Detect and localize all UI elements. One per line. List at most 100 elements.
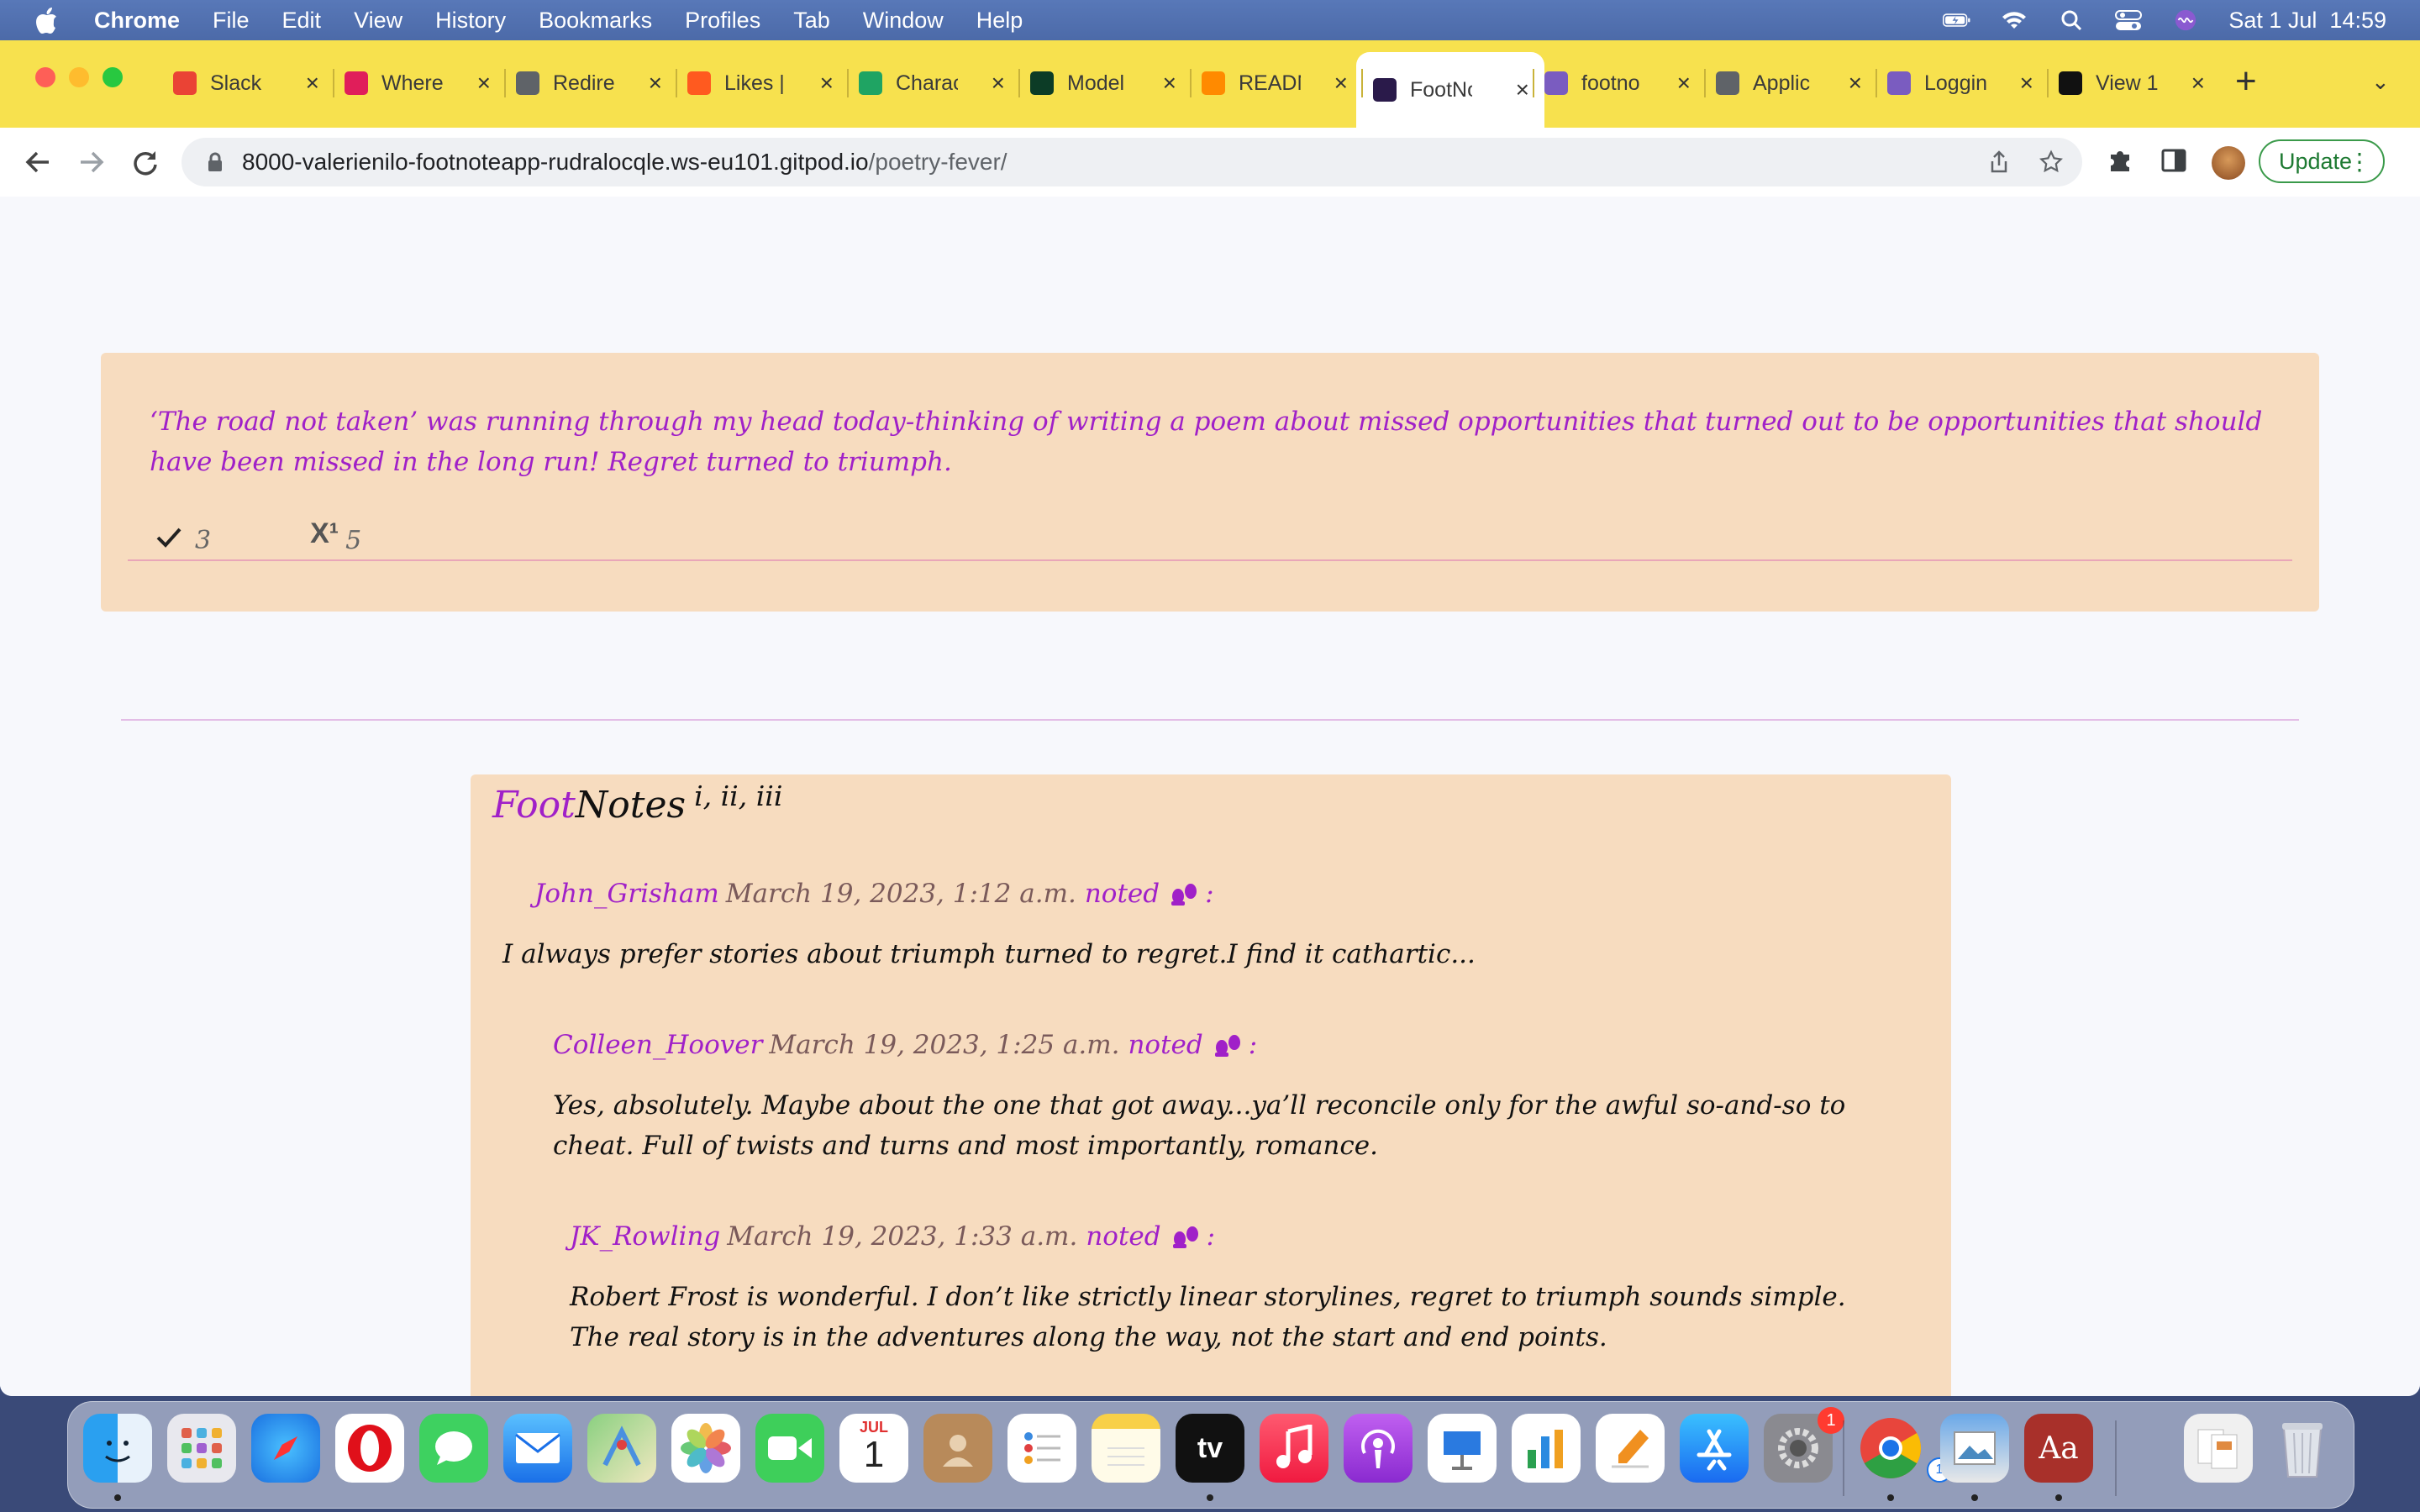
footnotes-panel: FootNotes i, ii, iii John_Grisham March 1… — [471, 774, 1951, 1396]
browser-tab[interactable]: Slack × — [173, 59, 319, 108]
footnote-icon — [1373, 78, 1397, 102]
close-tab-icon[interactable]: × — [1163, 70, 1176, 97]
menu-help[interactable]: Help — [976, 8, 1023, 34]
numbers-icon[interactable] — [1512, 1414, 1581, 1483]
pages-icon[interactable] — [1596, 1414, 1665, 1483]
browser-tab[interactable]: Applic × — [1716, 59, 1862, 108]
lock-icon[interactable] — [207, 152, 224, 172]
finder-running-indicator — [114, 1494, 121, 1501]
launchpad-icon[interactable] — [167, 1414, 236, 1483]
spotlight-search-icon[interactable] — [2057, 8, 2086, 32]
contacts-icon[interactable] — [923, 1414, 992, 1483]
checkmark-icon[interactable] — [155, 525, 183, 550]
apple-menu-icon[interactable] — [34, 6, 59, 34]
menu-bookmarks[interactable]: Bookmarks — [539, 8, 652, 34]
bookmark-star-icon[interactable] — [2039, 150, 2064, 175]
mail-icon[interactable] — [503, 1414, 572, 1483]
menu-edit[interactable]: Edit — [282, 8, 322, 34]
menu-history[interactable]: History — [435, 8, 506, 34]
comment-noted-label: noted — [1086, 1221, 1161, 1252]
podcasts-icon[interactable] — [1344, 1414, 1413, 1483]
slack-icon — [345, 71, 368, 95]
browser-tab[interactable]: Charac × — [859, 59, 1005, 108]
close-tab-icon[interactable]: × — [1677, 70, 1691, 97]
dictionary-running-indicator — [2055, 1494, 2062, 1501]
opera-icon[interactable] — [335, 1414, 404, 1483]
comment-author[interactable]: Colleen_Hoover — [553, 1030, 762, 1060]
post-stats: 3 X¹ 5 — [155, 517, 361, 555]
preview-icon[interactable] — [1940, 1414, 2009, 1483]
share-icon[interactable] — [1986, 150, 2012, 175]
tab-separator — [1876, 69, 1877, 97]
close-tab-icon[interactable]: × — [1849, 70, 1862, 97]
browser-tab[interactable]: Where × — [345, 59, 491, 108]
trash-icon[interactable] — [2268, 1414, 2337, 1483]
finder-icon[interactable] — [83, 1414, 152, 1483]
more-menu-icon[interactable]: ⋮ — [2348, 148, 2371, 176]
close-tab-icon[interactable]: × — [2191, 70, 2205, 97]
close-tab-icon[interactable]: × — [649, 70, 662, 97]
control-center-icon[interactable] — [2114, 8, 2143, 32]
close-tab-icon[interactable]: × — [992, 70, 1005, 97]
apple-tv-icon[interactable]: tv — [1176, 1414, 1244, 1483]
browser-tab[interactable]: READM × — [1202, 59, 1348, 108]
photos-icon[interactable] — [671, 1414, 740, 1483]
close-tab-icon[interactable]: × — [477, 70, 491, 97]
menu-tab[interactable]: Tab — [793, 8, 830, 34]
browser-tab[interactable]: Likes | × — [687, 59, 834, 108]
back-arrow-icon[interactable] — [24, 148, 52, 176]
menu-window[interactable]: Window — [863, 8, 944, 34]
new-tab-button[interactable]: + — [2235, 60, 2257, 102]
maps-icon[interactable] — [587, 1414, 656, 1483]
close-window-button[interactable] — [35, 67, 55, 87]
tab-title: READM — [1239, 71, 1301, 95]
browser-tab[interactable]: FootNo × — [1356, 52, 1544, 128]
menu-file[interactable]: File — [213, 8, 250, 34]
close-tab-icon[interactable]: × — [1334, 70, 1348, 97]
notes-icon[interactable] — [1092, 1414, 1160, 1483]
footnote-superscript-icon[interactable]: X¹ — [310, 517, 339, 550]
calendar-icon[interactable]: JUL 1 — [839, 1414, 908, 1483]
chrome-icon[interactable] — [1856, 1414, 1925, 1483]
wifi-icon[interactable] — [2000, 8, 2028, 32]
close-tab-icon[interactable]: × — [2020, 70, 2033, 97]
browser-tab[interactable]: Redire × — [516, 59, 662, 108]
extensions-puzzle-icon[interactable] — [2106, 146, 2134, 175]
close-tab-icon[interactable]: × — [820, 70, 834, 97]
safari-icon[interactable] — [251, 1414, 320, 1483]
menu-view[interactable]: View — [354, 8, 402, 34]
menubar-clock[interactable]: Sat 1 Jul 14:59 — [2228, 8, 2386, 34]
browser-tab[interactable]: View 1 × — [2059, 59, 2205, 108]
menu-profiles[interactable]: Profiles — [685, 8, 760, 34]
tab-search-chevron-icon[interactable]: ⌄ — [2371, 69, 2390, 95]
minimize-window-button[interactable] — [69, 67, 89, 87]
preview-running-indicator — [1971, 1494, 1978, 1501]
battery-icon[interactable] — [1943, 8, 1971, 32]
close-tab-icon[interactable]: × — [306, 70, 319, 97]
close-tab-icon[interactable]: × — [1516, 76, 1529, 103]
downloads-stack-icon[interactable] — [2184, 1414, 2253, 1483]
update-button[interactable]: Update ⋮ — [2259, 139, 2385, 183]
facetime-icon[interactable] — [755, 1414, 824, 1483]
address-bar[interactable]: 8000-valerienilo-footnoteapp-rudralocqle… — [182, 138, 2082, 186]
siri-icon[interactable] — [2171, 8, 2200, 32]
messages-icon[interactable] — [419, 1414, 488, 1483]
comment-text: Robert Frost is wonderful. I don’t like … — [570, 1282, 1846, 1352]
menu-bar: Chrome File Edit View History Bookmarks … — [0, 0, 2420, 40]
app-store-icon[interactable] — [1680, 1414, 1749, 1483]
browser-tab[interactable]: footno × — [1544, 59, 1691, 108]
reload-icon[interactable] — [131, 148, 160, 176]
browser-tab[interactable]: Model × — [1030, 59, 1176, 108]
side-panel-icon[interactable] — [2160, 146, 2188, 175]
profile-avatar[interactable] — [2212, 146, 2245, 180]
forward-arrow-icon[interactable] — [77, 148, 106, 176]
keynote-icon[interactable] — [1428, 1414, 1497, 1483]
menu-app-name[interactable]: Chrome — [94, 8, 180, 34]
comment-author[interactable]: John_Grisham — [534, 879, 719, 909]
browser-tab[interactable]: Loggin × — [1887, 59, 2033, 108]
comment-author[interactable]: JK_Rowling — [570, 1221, 720, 1252]
reminders-icon[interactable] — [1007, 1414, 1076, 1483]
music-icon[interactable] — [1260, 1414, 1328, 1483]
zoom-window-button[interactable] — [103, 67, 123, 87]
dictionary-icon[interactable]: Aa — [2024, 1414, 2093, 1483]
